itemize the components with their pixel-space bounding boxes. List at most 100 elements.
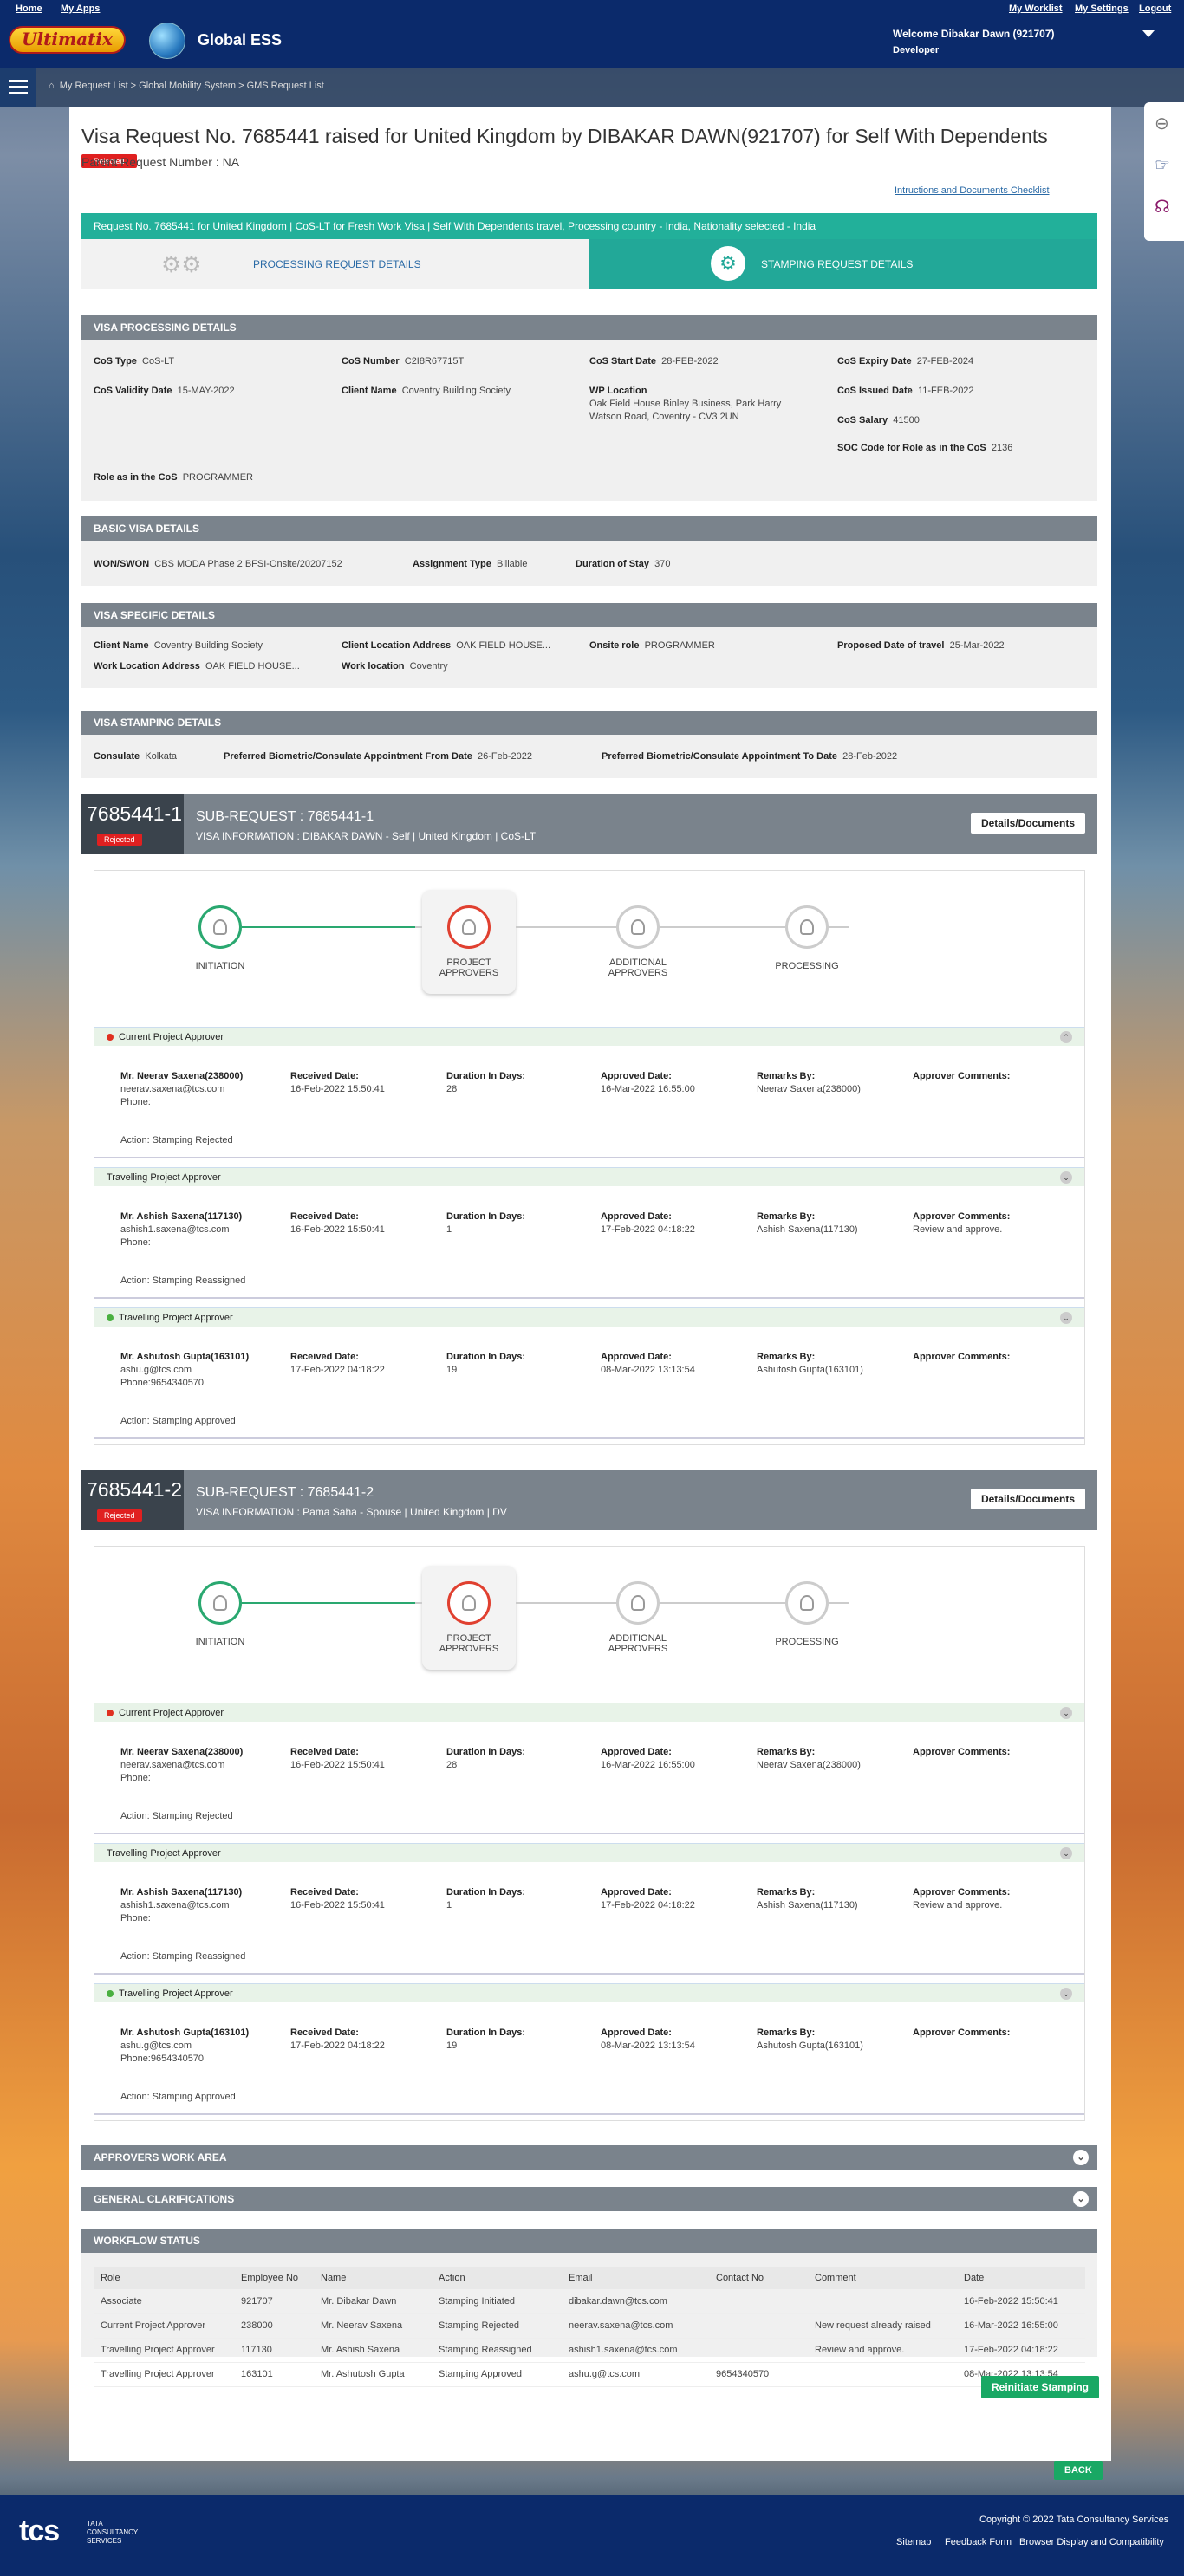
column-header: Date xyxy=(957,2267,1085,2289)
approver-section-header[interactable]: Travelling Project Approver ⌄ xyxy=(94,1307,1084,1327)
menu-icon[interactable] xyxy=(0,68,36,107)
user-role: Developer xyxy=(893,45,940,55)
table-row: Associate 921707 Mr. Dibakar Dawn Stamping … xyxy=(94,2289,1085,2314)
table-cell: dibakar.dawn@tcs.com xyxy=(562,2289,709,2314)
approver-section-header[interactable]: Travelling Project Approver ⌄ xyxy=(94,1983,1084,2002)
feedback-form-link[interactable]: Feedback Form xyxy=(945,2537,1012,2547)
my-apps-link[interactable]: My Apps xyxy=(61,3,100,14)
step-additional-approvers: ADDITIONAL APPROVERS xyxy=(595,1581,681,1654)
approver-card: Mr. Neerav Saxena(238000) neerav.saxena@t… xyxy=(94,1722,1084,1834)
chevron-down-icon[interactable]: ⌄ xyxy=(1073,2150,1089,2165)
approver-section-header[interactable]: Current Project Approver ⌄ xyxy=(94,1703,1084,1722)
approver-section-header[interactable]: Travelling Project Approver ⌄ xyxy=(94,1843,1084,1862)
footer: tcs TATA CONSULTANCY SERVICES Copyright … xyxy=(0,2495,1184,2576)
column-header: Employee No xyxy=(234,2267,314,2289)
back-button[interactable]: BACK xyxy=(1054,2461,1103,2480)
table-cell: 117130 xyxy=(234,2338,314,2363)
step-initiation: INITIATION xyxy=(177,905,263,971)
top-header: Home My Apps My Worklist My Settings Log… xyxy=(0,0,1184,68)
my-settings-link[interactable]: My Settings xyxy=(1075,3,1129,14)
basic-visa-header: BASIC VISA DETAILS xyxy=(81,516,1097,541)
headset-icon[interactable]: ☊ xyxy=(1155,196,1170,217)
step-project-approvers: PROJECT APPROVERS xyxy=(426,905,512,978)
chevron-down-icon[interactable] xyxy=(1142,30,1155,37)
main-panel: Visa Request No. 7685441 raised for Unit… xyxy=(69,107,1111,2461)
table-cell xyxy=(808,2289,957,2314)
column-header: Comment xyxy=(808,2267,957,2289)
table-cell: 17-Feb-2022 04:18:22 xyxy=(957,2338,1085,2363)
table-cell: 9654340570 xyxy=(709,2362,808,2387)
visa-specific-body: Client Name Coventry Building Society Cl… xyxy=(81,627,1097,688)
details-documents-button[interactable]: Details/Documents xyxy=(970,1489,1085,1509)
stamp-icon: ⚙ xyxy=(711,246,745,281)
workflow-status-bar: WORKFLOW STATUS xyxy=(81,2229,1097,2253)
subrequest-info: VISA INFORMATION : DIBAKAR DAWN - Self |… xyxy=(196,830,537,842)
breadcrumb: ⌂ My Request List > Global Mobility Syst… xyxy=(49,81,324,91)
side-toolbar: ⊖ ☞ ☊ xyxy=(1144,102,1184,241)
table-cell: 163101 xyxy=(234,2362,314,2387)
subrequest-body: INITIATION PROJECT APPROVERS ADDITIONAL … xyxy=(94,1546,1085,2121)
column-header: Role xyxy=(94,2267,234,2289)
welcome-text: Welcome Dibakar Dawn (921707) xyxy=(893,28,1055,40)
minus-circle-icon[interactable]: ⊖ xyxy=(1155,113,1169,134)
table-cell: neerav.saxena@tcs.com xyxy=(562,2313,709,2339)
table-cell: 16-Mar-2022 16:55:00 xyxy=(957,2313,1085,2339)
visa-stamping-header: VISA STAMPING DETAILS xyxy=(81,711,1097,735)
table-cell: 16-Feb-2022 15:50:41 xyxy=(957,2289,1085,2314)
approver-section-header[interactable]: Travelling Project Approver ⌄ xyxy=(94,1167,1084,1186)
column-header: Action xyxy=(432,2267,562,2289)
subrequest-info: VISA INFORMATION : Pama Saha - Spouse | … xyxy=(196,1506,507,1518)
request-tabs: ⚙⚙ PROCESSING REQUEST DETAILS ⚙ STAMPING… xyxy=(81,239,1097,289)
table-cell: Stamping Approved xyxy=(432,2362,562,2387)
column-header: Name xyxy=(314,2267,432,2289)
table-row: Travelling Project Approver 117130 Mr. Ash… xyxy=(94,2338,1085,2363)
hand-pointer-icon[interactable]: ☞ xyxy=(1155,154,1170,176)
visa-processing-header: VISA PROCESSING DETAILS xyxy=(81,315,1097,340)
approver-section-header[interactable]: Current Project Approver ⌃ xyxy=(94,1027,1084,1046)
step-initiation: INITIATION xyxy=(177,1581,263,1647)
chevron-down-icon[interactable]: ⌄ xyxy=(1060,1171,1072,1184)
table-cell: New request already raised xyxy=(808,2313,957,2339)
app-name: Global ESS xyxy=(198,31,283,49)
subrequest-title: SUB-REQUEST : 7685441-1 xyxy=(196,809,374,824)
table-cell: Stamping Reassigned xyxy=(432,2338,562,2363)
gears-icon: ⚙⚙ xyxy=(161,251,202,277)
step-project-approvers: PROJECT APPROVERS xyxy=(426,1581,512,1654)
table-cell: Stamping Initiated xyxy=(432,2289,562,2314)
table-cell xyxy=(808,2362,957,2387)
step-additional-approvers: ADDITIONAL APPROVERS xyxy=(595,905,681,978)
table-cell: ashu.g@tcs.com xyxy=(562,2362,709,2387)
subrequest-header: 7685441-1 Rejected SUB-REQUEST : 7685441-… xyxy=(81,794,1097,854)
table-cell xyxy=(709,2338,808,2363)
details-documents-button[interactable]: Details/Documents xyxy=(970,813,1085,834)
ultimatix-logo[interactable]: Ultimatix xyxy=(9,26,126,54)
approver-card: Mr. Neerav Saxena(238000) neerav.saxena@t… xyxy=(94,1046,1084,1158)
table-cell: ashish1.saxena@tcs.com xyxy=(562,2338,709,2363)
chevron-down-icon[interactable]: ⌄ xyxy=(1060,1707,1072,1719)
approvers-work-area-bar[interactable]: APPROVERS WORK AREA ⌄ xyxy=(81,2145,1097,2170)
chevron-down-icon[interactable]: ⌄ xyxy=(1060,1988,1072,2000)
chevron-down-icon[interactable]: ⌄ xyxy=(1060,1312,1072,1324)
home-link[interactable]: Home xyxy=(16,3,42,14)
chevron-down-icon[interactable]: ⌄ xyxy=(1073,2191,1089,2207)
sitemap-link[interactable]: Sitemap xyxy=(896,2537,931,2547)
reinitiate-stamping-button[interactable]: Reinitiate Stamping xyxy=(981,2376,1100,2398)
subrequest-header: 7685441-2 Rejected SUB-REQUEST : 7685441-… xyxy=(81,1470,1097,1530)
subrequest-id: 7685441-2 xyxy=(87,1478,182,1501)
instructions-link[interactable]: Intructions and Documents Checklist xyxy=(895,185,1050,196)
tab-processing[interactable]: ⚙⚙ PROCESSING REQUEST DETAILS xyxy=(81,239,589,289)
general-clarifications-bar[interactable]: GENERAL CLARIFICATIONS ⌄ xyxy=(81,2187,1097,2211)
visa-stamping-body: Consulate Kolkata Preferred Biometric/Co… xyxy=(81,735,1097,778)
browser-compatibility-link[interactable]: Browser Display and Compatibility xyxy=(1019,2537,1164,2547)
tab-stamping[interactable]: ⚙ STAMPING REQUEST DETAILS xyxy=(589,239,1097,289)
logout-link[interactable]: Logout xyxy=(1139,3,1171,14)
chevron-down-icon[interactable]: ⌄ xyxy=(1060,1847,1072,1859)
table-cell: 238000 xyxy=(234,2313,314,2339)
table-row: Travelling Project Approver 163101 Mr. Ash… xyxy=(94,2362,1085,2387)
my-worklist-link[interactable]: My Worklist xyxy=(1009,3,1063,14)
globe-icon xyxy=(149,23,185,59)
column-header: Email xyxy=(562,2267,709,2289)
table-cell: Mr. Ashish Saxena xyxy=(314,2338,432,2363)
chevron-up-icon[interactable]: ⌃ xyxy=(1060,1031,1072,1043)
column-header: Contact No xyxy=(709,2267,808,2289)
